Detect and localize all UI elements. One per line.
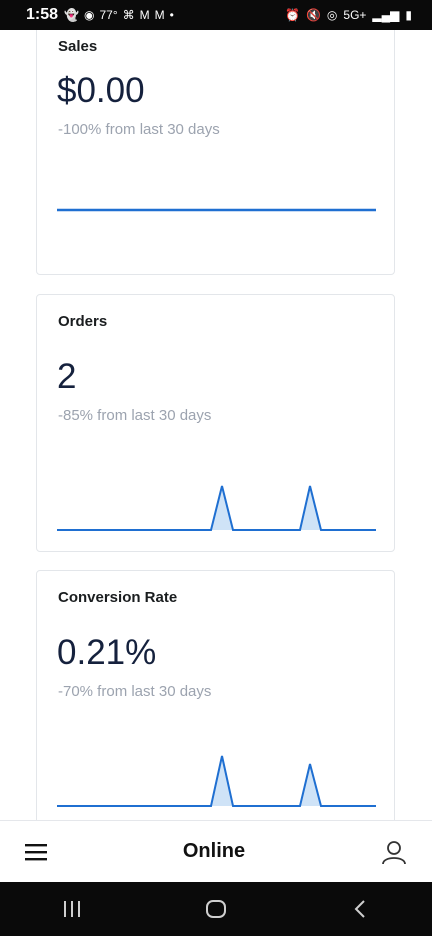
sparkline-fill (211, 756, 233, 806)
card-value: $0.00 (57, 71, 145, 110)
orders-card[interactable]: Orders 2 -85% from last 30 days (36, 294, 395, 552)
mute-icon: 🔇 (305, 8, 321, 22)
sales-card[interactable]: Sales $0.00 -100% from last 30 days (36, 30, 395, 275)
recent-apps-icon[interactable] (42, 889, 102, 929)
network-label: 5G+ (343, 8, 367, 22)
card-delta: -70% from last 30 days (58, 683, 212, 700)
hamburger-menu-icon[interactable] (25, 843, 47, 861)
app-icon: ⌘ (122, 8, 135, 22)
notification-icons: 👻 ◉ 77° ⌘ M M • (64, 8, 174, 22)
sales-sparkline (57, 208, 376, 212)
temperature-label: 77° (99, 8, 118, 22)
snapchat-icon: 👻 (64, 8, 79, 22)
gmail-icon: M (139, 8, 150, 22)
sparkline-fill (300, 486, 321, 530)
card-delta: -85% from last 30 days (58, 407, 212, 424)
alarm-icon: ⏰ (285, 8, 300, 22)
battery-icon: ▮ (405, 8, 412, 22)
store-status-title[interactable]: Online (183, 840, 245, 863)
signal-icon: ▂▄▆ (372, 8, 400, 22)
status-right: ⏰ 🔇 ◎ 5G+ ▂▄▆ ▮ (285, 8, 412, 22)
sparkline-fill (300, 764, 321, 806)
orders-sparkline (57, 485, 376, 531)
messenger-icon: ◉ (83, 8, 95, 22)
status-time: 1:58 (26, 6, 59, 23)
gmail-icon: M (154, 8, 165, 22)
card-value: 2 (57, 357, 77, 396)
card-title: Orders (58, 313, 108, 330)
home-icon[interactable] (186, 889, 246, 929)
profile-icon[interactable] (381, 839, 407, 865)
card-title: Sales (58, 38, 98, 55)
card-value: 0.21% (57, 633, 157, 672)
sparkline-fill (211, 486, 233, 530)
status-bar: 1:58 👻 ◉ 77° ⌘ M M • ⏰ 🔇 ◎ 5G+ ▂▄▆ ▮ (0, 0, 432, 30)
conversion-rate-card[interactable]: Conversion Rate 0.21% -70% from last 30 … (36, 570, 395, 820)
dashboard-content[interactable]: Sales $0.00 -100% from last 30 days Orde… (0, 30, 432, 820)
card-delta: -100% from last 30 days (58, 121, 220, 138)
bottom-nav: Online (0, 820, 432, 882)
back-icon[interactable] (330, 889, 390, 929)
system-nav-bar (0, 882, 432, 936)
conversion-sparkline (57, 755, 376, 807)
hotspot-icon: ◎ (326, 8, 338, 22)
status-left: 1:58 👻 ◉ 77° ⌘ M M • (26, 6, 174, 24)
dot-icon: • (169, 8, 174, 22)
card-title: Conversion Rate (58, 589, 178, 606)
